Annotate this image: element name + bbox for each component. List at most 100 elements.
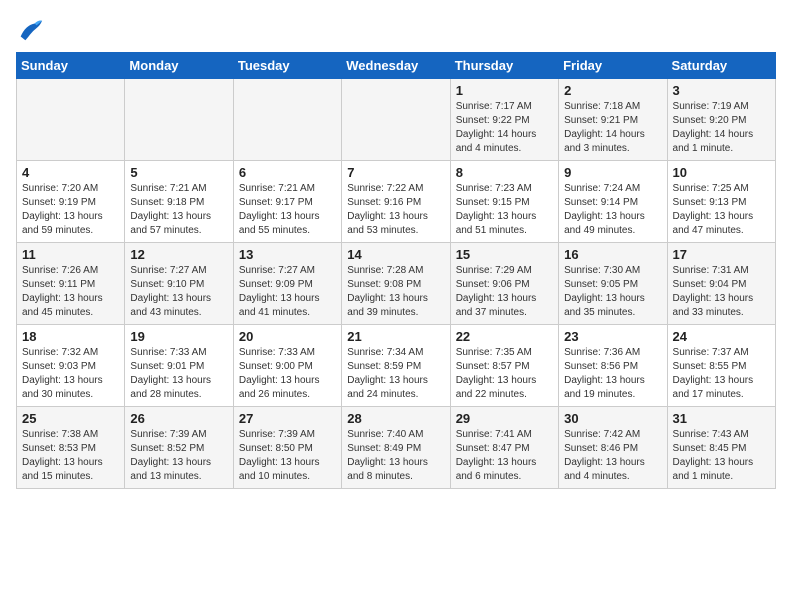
- calendar-cell: 3 Sunrise: 7:19 AM Sunset: 9:20 PM Daylig…: [667, 79, 775, 161]
- header-tuesday: Tuesday: [233, 53, 341, 79]
- calendar-cell: 14Sunrise: 7:28 AM Sunset: 9:08 PM Dayli…: [342, 243, 450, 325]
- calendar-cell: 15 Sunrise: 7:29 AM Sunset: 9:06 PM Dayli…: [450, 243, 558, 325]
- day-info: Sunrise: 7:38 AM Sunset: 8:53 PM Dayligh…: [22, 428, 119, 484]
- calendar-cell: 27 Sunrise: 7:39 AM Sunset: 8:50 PM Dayli…: [233, 407, 341, 489]
- day-number: 22: [456, 329, 553, 344]
- calendar-cell: 16 Sunrise: 7:30 AM Sunset: 9:05 PM Dayli…: [559, 243, 667, 325]
- day-number: 6: [239, 165, 336, 180]
- day-info: Sunrise: 7:32 AM Sunset: 9:03 PM Dayligh…: [22, 346, 119, 402]
- calendar-cell: [342, 79, 450, 161]
- calendar-header-row: SundayMondayTuesdayWednesdayThursdayFrid…: [17, 53, 776, 79]
- calendar-cell: 21Sunrise: 7:34 AM Sunset: 8:59 PM Dayli…: [342, 325, 450, 407]
- calendar-cell: 1 Sunrise: 7:17 AM Sunset: 9:22 PM Daylig…: [450, 79, 558, 161]
- week-row-5: 25 Sunrise: 7:38 AM Sunset: 8:53 PM Dayli…: [17, 407, 776, 489]
- day-info: Sunrise: 7:33 AM Sunset: 9:01 PM Dayligh…: [130, 346, 227, 402]
- calendar-cell: 17 Sunrise: 7:31 AM Sunset: 9:04 PM Dayli…: [667, 243, 775, 325]
- day-number: 3: [673, 83, 770, 98]
- calendar-cell: 10 Sunrise: 7:25 AM Sunset: 9:13 PM Dayli…: [667, 161, 775, 243]
- day-info: Sunrise: 7:31 AM Sunset: 9:04 PM Dayligh…: [673, 264, 770, 320]
- calendar-cell: 9 Sunrise: 7:24 AM Sunset: 9:14 PM Daylig…: [559, 161, 667, 243]
- day-info: Sunrise: 7:39 AM Sunset: 8:52 PM Dayligh…: [130, 428, 227, 484]
- calendar-table: SundayMondayTuesdayWednesdayThursdayFrid…: [16, 52, 776, 489]
- day-info: Sunrise: 7:17 AM Sunset: 9:22 PM Dayligh…: [456, 100, 553, 156]
- day-info: Sunrise: 7:41 AM Sunset: 8:47 PM Dayligh…: [456, 428, 553, 484]
- week-row-4: 18 Sunrise: 7:32 AM Sunset: 9:03 PM Dayli…: [17, 325, 776, 407]
- week-row-1: 1 Sunrise: 7:17 AM Sunset: 9:22 PM Daylig…: [17, 79, 776, 161]
- week-row-2: 4 Sunrise: 7:20 AM Sunset: 9:19 PM Daylig…: [17, 161, 776, 243]
- day-info: Sunrise: 7:22 AM Sunset: 9:16 PM Dayligh…: [347, 182, 444, 238]
- day-number: 16: [564, 247, 661, 262]
- day-number: 15: [456, 247, 553, 262]
- day-number: 24: [673, 329, 770, 344]
- calendar-cell: 7 Sunrise: 7:22 AM Sunset: 9:16 PM Daylig…: [342, 161, 450, 243]
- day-number: 8: [456, 165, 553, 180]
- calendar-cell: 12 Sunrise: 7:27 AM Sunset: 9:10 PM Dayli…: [125, 243, 233, 325]
- day-number: 28: [347, 411, 444, 426]
- day-info: Sunrise: 7:18 AM Sunset: 9:21 PM Dayligh…: [564, 100, 661, 156]
- logo: [16, 16, 48, 44]
- day-number: 2: [564, 83, 661, 98]
- day-number: 13: [239, 247, 336, 262]
- calendar-cell: 28Sunrise: 7:40 AM Sunset: 8:49 PM Dayli…: [342, 407, 450, 489]
- day-number: 27: [239, 411, 336, 426]
- calendar-cell: 2 Sunrise: 7:18 AM Sunset: 9:21 PM Daylig…: [559, 79, 667, 161]
- day-number: 20: [239, 329, 336, 344]
- calendar-cell: 26 Sunrise: 7:39 AM Sunset: 8:52 PM Dayli…: [125, 407, 233, 489]
- page-header: [16, 16, 776, 44]
- calendar-cell: 29Sunrise: 7:41 AM Sunset: 8:47 PM Dayli…: [450, 407, 558, 489]
- day-number: 12: [130, 247, 227, 262]
- calendar-cell: 8 Sunrise: 7:23 AM Sunset: 9:15 PM Daylig…: [450, 161, 558, 243]
- logo-bird-icon: [16, 16, 44, 44]
- header-thursday: Thursday: [450, 53, 558, 79]
- day-number: 30: [564, 411, 661, 426]
- calendar-cell: [233, 79, 341, 161]
- calendar-cell: 19 Sunrise: 7:33 AM Sunset: 9:01 PM Dayli…: [125, 325, 233, 407]
- day-info: Sunrise: 7:20 AM Sunset: 9:19 PM Dayligh…: [22, 182, 119, 238]
- day-info: Sunrise: 7:25 AM Sunset: 9:13 PM Dayligh…: [673, 182, 770, 238]
- header-wednesday: Wednesday: [342, 53, 450, 79]
- day-number: 14: [347, 247, 444, 262]
- day-number: 17: [673, 247, 770, 262]
- calendar-cell: [125, 79, 233, 161]
- calendar-cell: 22 Sunrise: 7:35 AM Sunset: 8:57 PM Dayli…: [450, 325, 558, 407]
- day-number: 7: [347, 165, 444, 180]
- calendar-cell: 25 Sunrise: 7:38 AM Sunset: 8:53 PM Dayli…: [17, 407, 125, 489]
- day-number: 31: [673, 411, 770, 426]
- day-info: Sunrise: 7:35 AM Sunset: 8:57 PM Dayligh…: [456, 346, 553, 402]
- day-number: 11: [22, 247, 119, 262]
- day-info: Sunrise: 7:39 AM Sunset: 8:50 PM Dayligh…: [239, 428, 336, 484]
- day-number: 25: [22, 411, 119, 426]
- day-info: Sunrise: 7:34 AM Sunset: 8:59 PM Dayligh…: [347, 346, 444, 402]
- day-number: 23: [564, 329, 661, 344]
- day-number: 18: [22, 329, 119, 344]
- day-info: Sunrise: 7:23 AM Sunset: 9:15 PM Dayligh…: [456, 182, 553, 238]
- calendar-cell: 24 Sunrise: 7:37 AM Sunset: 8:55 PM Dayli…: [667, 325, 775, 407]
- week-row-3: 11 Sunrise: 7:26 AM Sunset: 9:11 PM Dayli…: [17, 243, 776, 325]
- day-number: 1: [456, 83, 553, 98]
- day-number: 26: [130, 411, 227, 426]
- header-sunday: Sunday: [17, 53, 125, 79]
- calendar-cell: 6 Sunrise: 7:21 AM Sunset: 9:17 PM Daylig…: [233, 161, 341, 243]
- day-info: Sunrise: 7:33 AM Sunset: 9:00 PM Dayligh…: [239, 346, 336, 402]
- calendar-cell: 4 Sunrise: 7:20 AM Sunset: 9:19 PM Daylig…: [17, 161, 125, 243]
- day-number: 5: [130, 165, 227, 180]
- day-number: 4: [22, 165, 119, 180]
- day-info: Sunrise: 7:29 AM Sunset: 9:06 PM Dayligh…: [456, 264, 553, 320]
- day-number: 19: [130, 329, 227, 344]
- day-info: Sunrise: 7:21 AM Sunset: 9:17 PM Dayligh…: [239, 182, 336, 238]
- calendar-cell: 30Sunrise: 7:42 AM Sunset: 8:46 PM Dayli…: [559, 407, 667, 489]
- day-info: Sunrise: 7:37 AM Sunset: 8:55 PM Dayligh…: [673, 346, 770, 402]
- day-info: Sunrise: 7:24 AM Sunset: 9:14 PM Dayligh…: [564, 182, 661, 238]
- day-info: Sunrise: 7:27 AM Sunset: 9:10 PM Dayligh…: [130, 264, 227, 320]
- day-info: Sunrise: 7:36 AM Sunset: 8:56 PM Dayligh…: [564, 346, 661, 402]
- day-info: Sunrise: 7:26 AM Sunset: 9:11 PM Dayligh…: [22, 264, 119, 320]
- day-info: Sunrise: 7:19 AM Sunset: 9:20 PM Dayligh…: [673, 100, 770, 156]
- calendar-cell: 18 Sunrise: 7:32 AM Sunset: 9:03 PM Dayli…: [17, 325, 125, 407]
- calendar-cell: 23 Sunrise: 7:36 AM Sunset: 8:56 PM Dayli…: [559, 325, 667, 407]
- day-number: 10: [673, 165, 770, 180]
- day-info: Sunrise: 7:30 AM Sunset: 9:05 PM Dayligh…: [564, 264, 661, 320]
- calendar-cell: 20 Sunrise: 7:33 AM Sunset: 9:00 PM Dayli…: [233, 325, 341, 407]
- calendar-cell: 31Sunrise: 7:43 AM Sunset: 8:45 PM Dayli…: [667, 407, 775, 489]
- day-info: Sunrise: 7:21 AM Sunset: 9:18 PM Dayligh…: [130, 182, 227, 238]
- day-number: 9: [564, 165, 661, 180]
